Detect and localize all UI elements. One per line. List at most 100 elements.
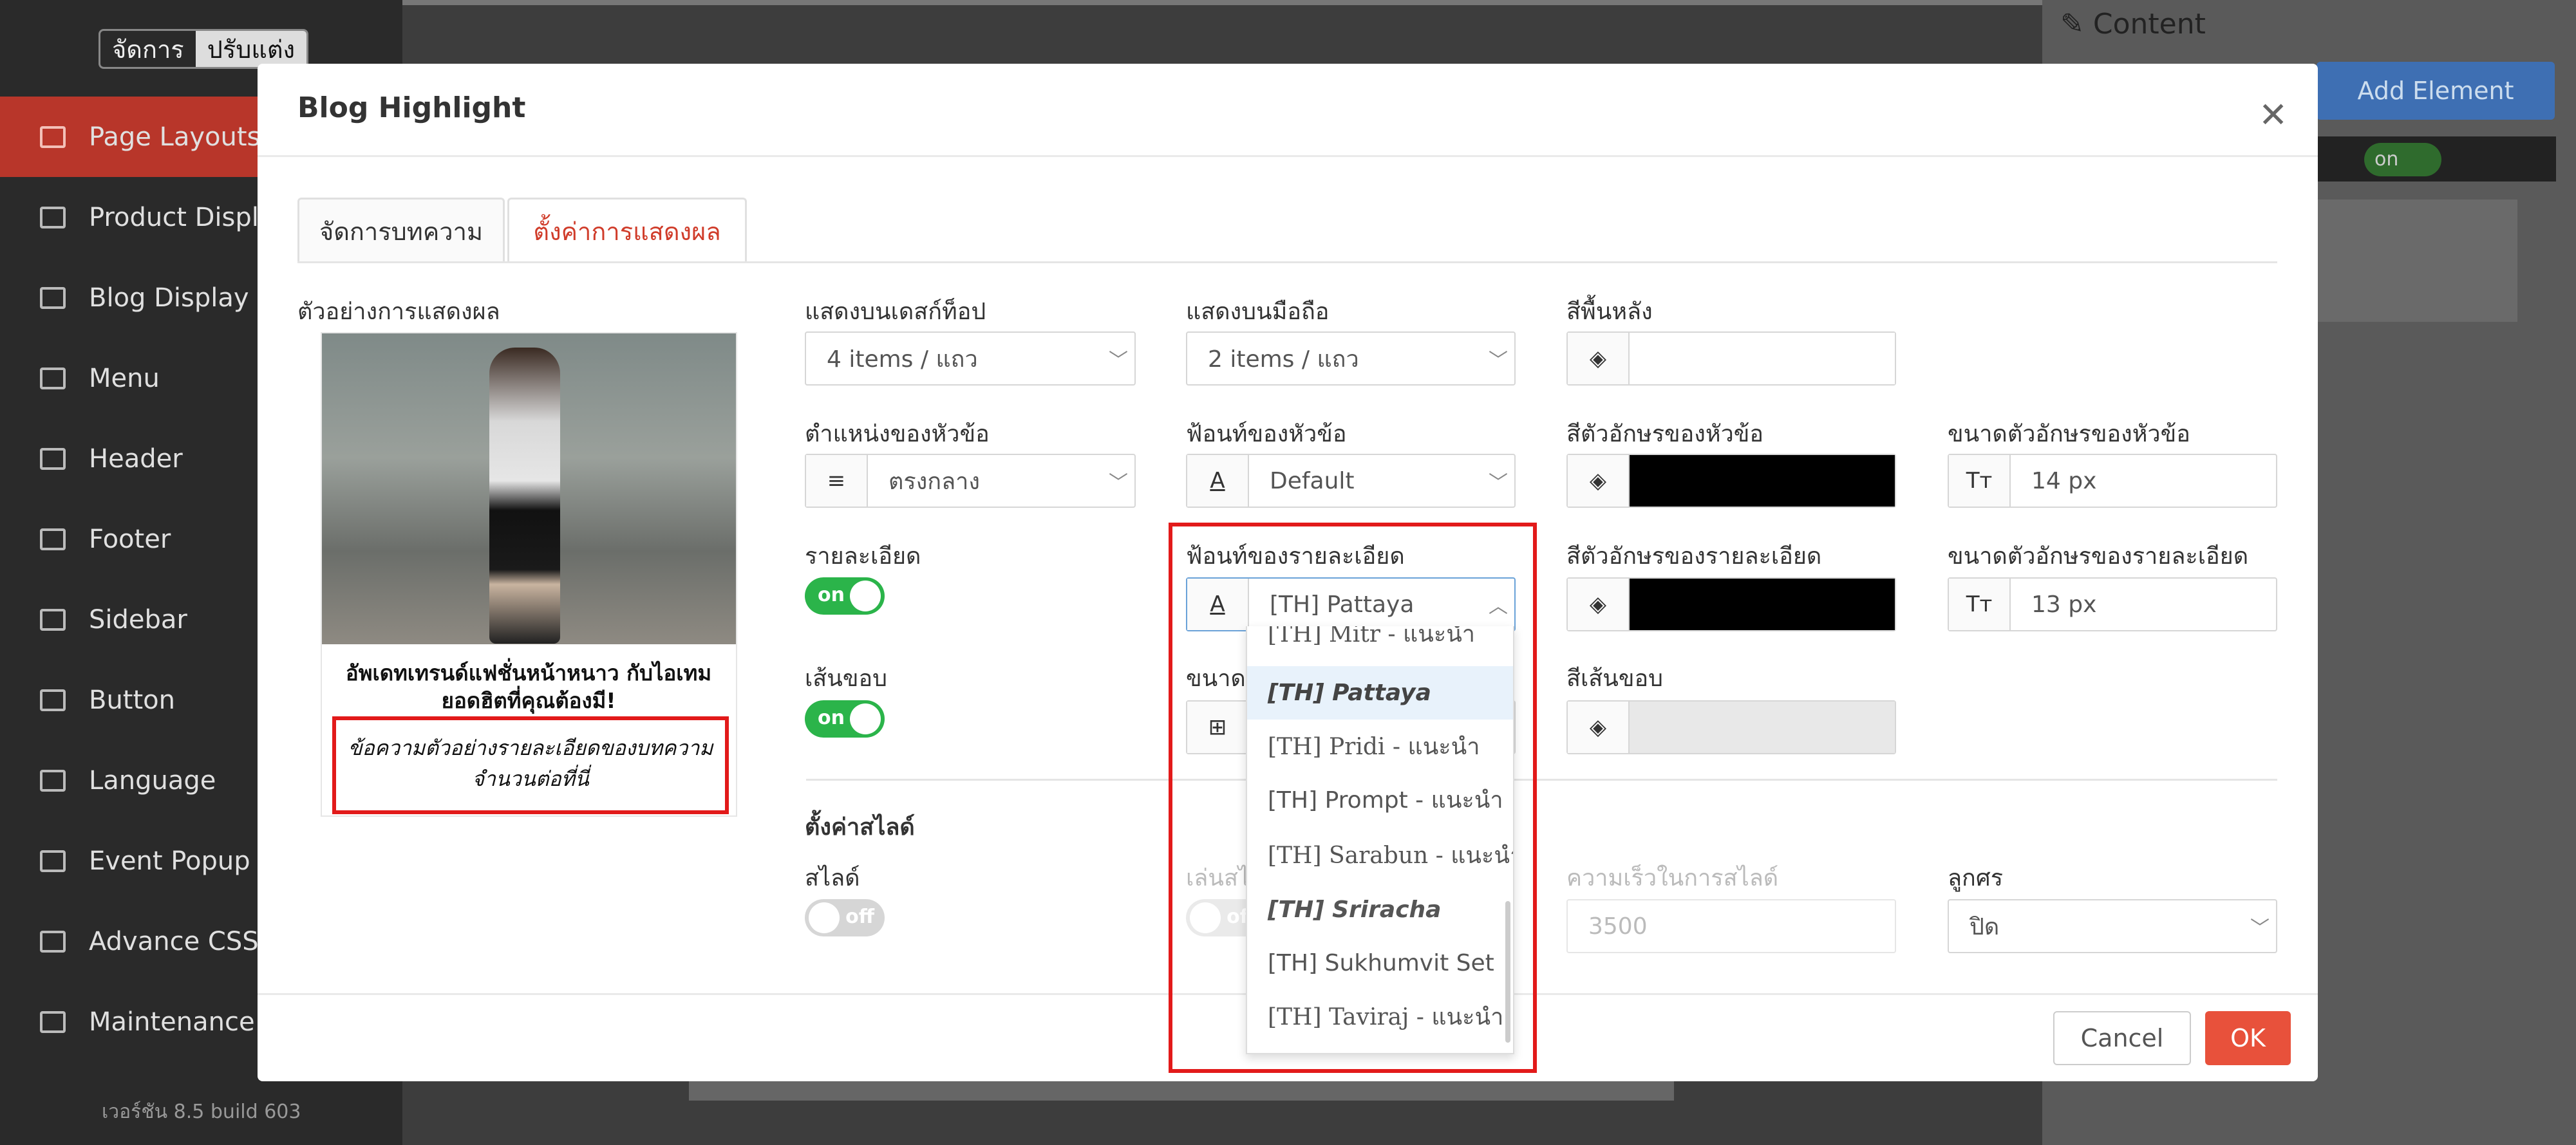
bug-icon [40,1010,66,1033]
toggle-knob [850,581,881,611]
preview-title: อัพเดทเทรนด์แฟชั่นหน้าหนาว กับไอเทมยอดฮิ… [345,660,712,713]
add-element-button[interactable]: Add Element [2317,62,2555,120]
slide-settings-heading: ตั้งค่าสไลด์ [805,814,915,841]
select-value: ปิด [1970,913,2000,940]
bg-color-swatch [1630,333,1895,384]
border-label: เส้นขอบ [805,666,887,692]
detail-label: รายละเอียด [805,543,921,570]
title-size-label: ขนาดตัวอักษรของหัวข้อ [1948,421,2190,447]
sidebar-item-label: Blog Display [89,283,249,313]
border-color-picker[interactable]: ◈ [1566,700,1896,754]
toggle-text: off [845,906,874,928]
border-color-swatch [1630,702,1895,753]
toggle-knob [809,902,840,933]
text-size-icon: Tт [1949,455,2011,507]
toggle-knob [850,703,881,734]
input-placeholder: 3500 [1588,913,1648,940]
mobile-items-select[interactable]: 2 items / แถว ﹀ [1186,331,1516,386]
sidebar-item-label: Sidebar [89,604,187,635]
sidebar-item-label: Page Layouts [89,122,261,152]
align-center-icon: ≡ [806,455,868,507]
title-position-select[interactable]: ≡ ตรงกลาง ﹀ [805,454,1136,508]
header-icon [40,447,66,470]
detail-toggle[interactable]: on [805,577,885,615]
layout-icon [40,126,66,148]
text-size-icon: Tт [1949,579,2011,630]
edit-icon: ✎ [2060,8,2093,41]
select-value: ตรงกลาง [888,468,980,495]
chevron-down-icon: ﹀ [1489,349,1508,372]
desktop-label: แสดงบนเดสก์ท็อป [805,299,986,325]
menu-icon [40,367,66,389]
toggle-text: on [818,584,845,606]
border-toggle[interactable]: on [805,700,885,738]
preview-description: ข้อความตัวอย่างรายละเอียดของบทความ จำนวน… [348,736,713,791]
sidebar-item-label: Header [89,443,183,474]
sidebar-item-label: Footer [89,524,171,554]
element-visibility-toggle[interactable]: on [2364,143,2441,176]
image-thumbnail[interactable] [2389,200,2517,322]
select-value: 2 items / แถว [1208,346,1359,373]
paint-bucket-icon: ◈ [1568,333,1630,384]
title-position-label: ตำแหน่งของหัวข้อ [805,421,990,447]
canvas-edge [402,0,2042,5]
tab-manage-articles[interactable]: จัดการบทความ [297,198,505,263]
ok-button[interactable]: OK [2205,1011,2291,1065]
detail-color-label: สีตัวอักษรของรายละเอียด [1566,543,1822,570]
chevron-down-icon: ﹀ [1109,472,1128,494]
arrows-label: ลูกศร [1948,865,2004,891]
sidebar-item-label: Advance CSS [89,926,259,956]
detail-font-highlight [1169,523,1537,1073]
grid-icon [40,206,66,228]
preview-image-subject [489,348,560,644]
mobile-label: แสดงบนมือถือ [1186,299,1330,325]
sidebar-item-label: Menu [89,363,160,393]
language-icon [40,769,66,792]
slide-toggle[interactable]: off [805,899,885,936]
sidebar-item-label: Button [89,685,175,715]
version-text: เวอร์ชัน 8.5 build 603 [102,1101,301,1123]
select-value: Default [1270,467,1355,494]
content-panel-title: ✎ Content [2060,8,2206,41]
mode-manage-button[interactable]: จัดการ [100,31,196,67]
input-value: 13 px [2031,591,2097,618]
title-font-label: ฟ้อนท์ของหัวข้อ [1186,421,1347,447]
paint-bucket-icon: ◈ [1568,702,1630,753]
ticket-icon [40,850,66,872]
close-icon[interactable]: ✕ [2259,98,2288,133]
desktop-items-select[interactable]: 4 items / แถว ﹀ [805,331,1136,386]
toggle-text: on [818,707,845,729]
blog-icon [40,286,66,309]
tab-display-settings[interactable]: ตั้งค่าการแสดงผล [507,198,747,263]
mode-customize-button[interactable]: ปรับแต่ง [195,31,307,67]
paint-bucket-icon: ◈ [1568,455,1630,507]
input-value: 14 px [2031,467,2097,494]
paint-bucket-icon: ◈ [1568,579,1630,630]
canvas-scrollbar[interactable] [689,1081,1674,1101]
cancel-button[interactable]: Cancel [2053,1011,2191,1065]
title-font-select[interactable]: A Default ﹀ [1186,454,1516,508]
title-size-input[interactable]: Tт 14 px [1948,454,2277,508]
sidebar-icon [40,608,66,631]
chevron-down-icon: ﹀ [2250,917,2270,940]
arrows-select[interactable]: ปิด ﹀ [1948,899,2277,953]
slide-speed-input[interactable]: 3500 [1566,899,1896,953]
detail-color-swatch [1630,579,1895,630]
chevron-down-icon: ﹀ [1109,349,1128,372]
detail-color-picker[interactable]: ◈ [1566,577,1896,631]
font-icon: A [1187,455,1249,507]
detail-size-label: ขนาดตัวอักษรของรายละเอียด [1948,543,2249,570]
chevron-down-icon: ﹀ [1489,472,1508,494]
bg-color-picker[interactable]: ◈ [1566,331,1896,386]
dialog-title: Blog Highlight [297,91,526,124]
slide-speed-label: ความเร็วในการสไลด์ [1566,865,1779,891]
slide-label: สไลด์ [805,865,860,891]
preview-label: ตัวอย่างการแสดงผล [297,299,500,325]
title-color-swatch [1630,455,1895,507]
border-color-label: สีเส้นขอบ [1566,666,1663,692]
mode-switch[interactable]: จัดการ ปรับแต่ง [99,29,309,69]
bg-color-label: สีพื้นหลัง [1566,299,1653,325]
sidebar-item-label: Maintenance [89,1007,255,1037]
detail-size-input[interactable]: Tт 13 px [1948,577,2277,631]
title-color-picker[interactable]: ◈ [1566,454,1896,508]
